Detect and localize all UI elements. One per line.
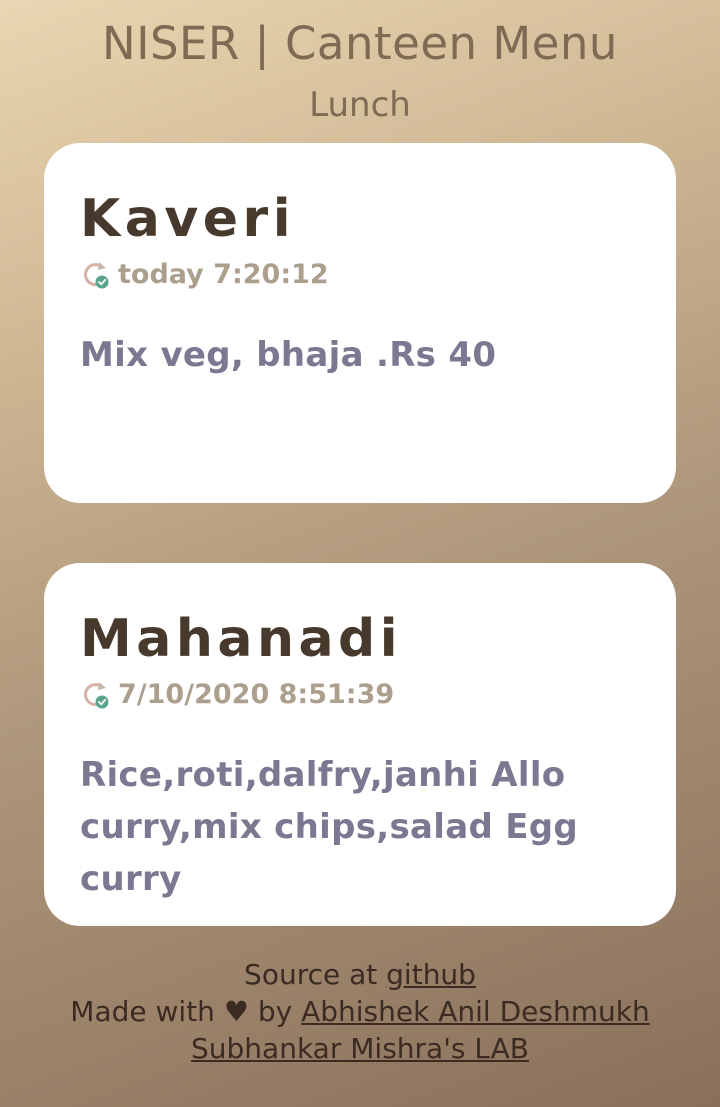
updated-timestamp: 7/10/2020 8:51:39 [118,679,395,710]
canteen-name: Kaveri [80,189,296,249]
made-by: by [248,995,302,1028]
refresh-check-icon [84,262,109,289]
canteen-card-mahanadi: Mahanadi 7/10/2020 8:51:39 Rice,roti,dal… [44,563,676,926]
updated-timestamp: today 7:20:12 [118,259,329,290]
canteen-card-kaveri: Kaveri today 7:20:12 Mix veg, bhaja .Rs … [44,143,676,503]
menu-text: Rice,roti,dalfry,janhi Allo curry,mix ch… [80,755,579,899]
canteen-name: Mahanadi [80,609,403,669]
updated-row: today 7:20:12 [80,257,640,293]
footer-lab-line: Subhankar Mishra's LAB [0,1030,720,1067]
page-title: NISER | Canteen Menu [102,17,618,70]
refresh-check-icon [84,682,109,709]
github-link[interactable]: github [386,958,476,991]
source-prefix: Source at [244,958,387,991]
made-prefix: Made with [70,995,224,1028]
meal-subtitle: Lunch [309,85,411,125]
footer: Source at github Made with ♥ by Abhishek… [0,956,720,1067]
updated-row: 7/10/2020 8:51:39 [80,677,640,713]
footer-credit-line: Made with ♥ by Abhishek Anil Deshmukh [0,993,720,1030]
lab-link[interactable]: Subhankar Mishra's LAB [191,1032,529,1065]
heart-icon: ♥ [223,995,249,1028]
author-link[interactable]: Abhishek Anil Deshmukh [301,995,650,1028]
menu-text: Mix veg, bhaja .Rs 40 [80,335,497,375]
footer-source-line: Source at github [0,956,720,993]
